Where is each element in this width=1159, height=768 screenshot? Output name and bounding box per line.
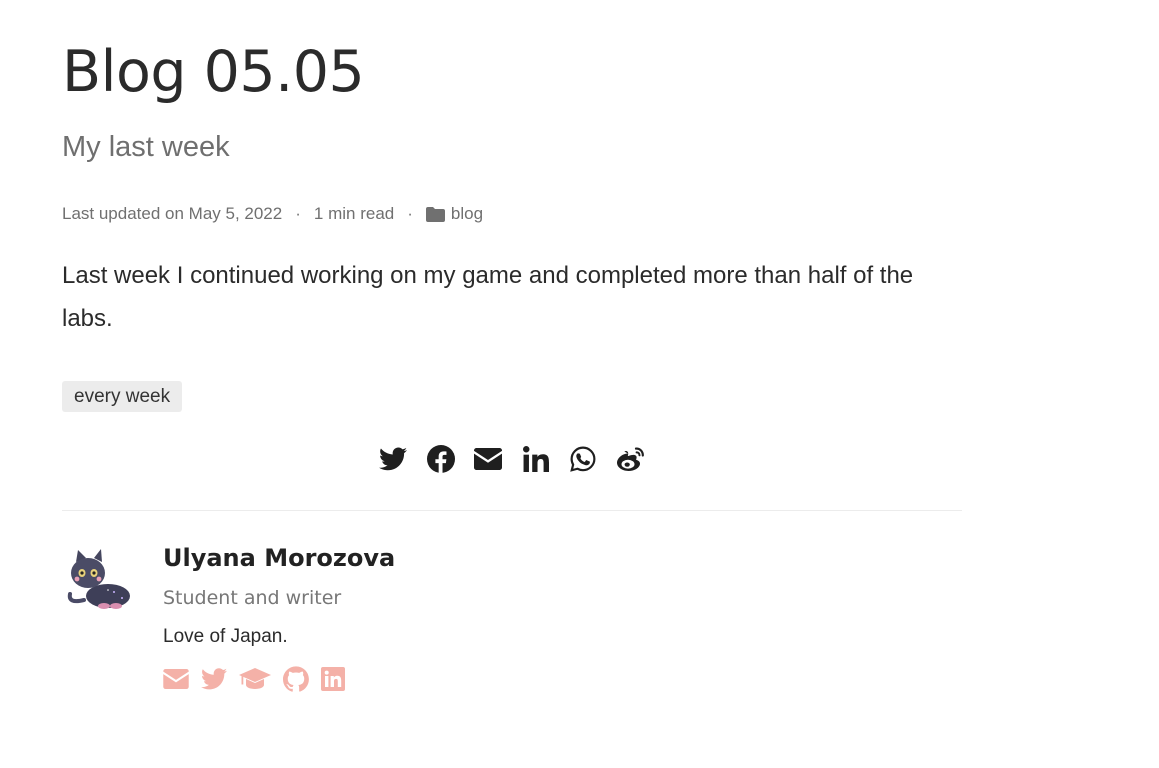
twitter-icon	[201, 668, 227, 690]
author-scholar-link[interactable]	[239, 666, 271, 692]
author-social-links	[163, 666, 357, 692]
github-icon	[283, 666, 309, 692]
page-title: Blog 05.05	[62, 39, 365, 105]
article-body: Last week I continued working on my game…	[62, 262, 914, 332]
share-buttons	[378, 443, 663, 475]
category-label: blog	[450, 204, 484, 223]
share-linkedin-button[interactable]	[521, 443, 551, 475]
twitter-icon	[379, 447, 407, 471]
author-github-link[interactable]	[283, 666, 309, 692]
author-linkedin-link[interactable]	[321, 666, 345, 692]
category-link[interactable]: blog	[425, 202, 484, 226]
email-icon	[163, 669, 189, 689]
tag-every-week[interactable]: every week	[62, 381, 183, 412]
share-email-button[interactable]	[473, 443, 503, 475]
facebook-icon	[426, 445, 455, 473]
linkedin-icon	[321, 667, 345, 691]
meta-separator: ·	[295, 204, 301, 223]
weibo-icon	[616, 447, 644, 471]
whatsapp-icon	[570, 446, 596, 472]
author-bio: Love of Japan.	[163, 626, 288, 647]
share-twitter-button[interactable]	[378, 443, 408, 475]
share-whatsapp-button[interactable]	[568, 443, 598, 475]
read-time-text: 1 min read	[313, 204, 395, 223]
section-divider	[62, 510, 962, 511]
linkedin-icon	[522, 446, 549, 472]
folder-icon	[425, 206, 445, 222]
page-subtitle: My last week	[62, 131, 230, 163]
cat-avatar-image	[67, 549, 130, 609]
graduation-cap-icon	[239, 668, 271, 689]
meta-separator: ·	[407, 204, 413, 223]
avatar	[64, 546, 134, 616]
author-role: Student and writer	[163, 587, 342, 609]
share-weibo-button[interactable]	[616, 443, 646, 475]
author-twitter-link[interactable]	[201, 666, 227, 692]
email-icon	[474, 448, 502, 470]
last-updated-text: Last updated on May 5, 2022	[62, 204, 283, 223]
article-metadata: Last updated on May 5, 2022 · 1 min read…	[62, 202, 483, 226]
author-email-link[interactable]	[163, 666, 189, 692]
share-facebook-button[interactable]	[426, 443, 456, 475]
author-name: Ulyana Morozova	[163, 544, 396, 572]
